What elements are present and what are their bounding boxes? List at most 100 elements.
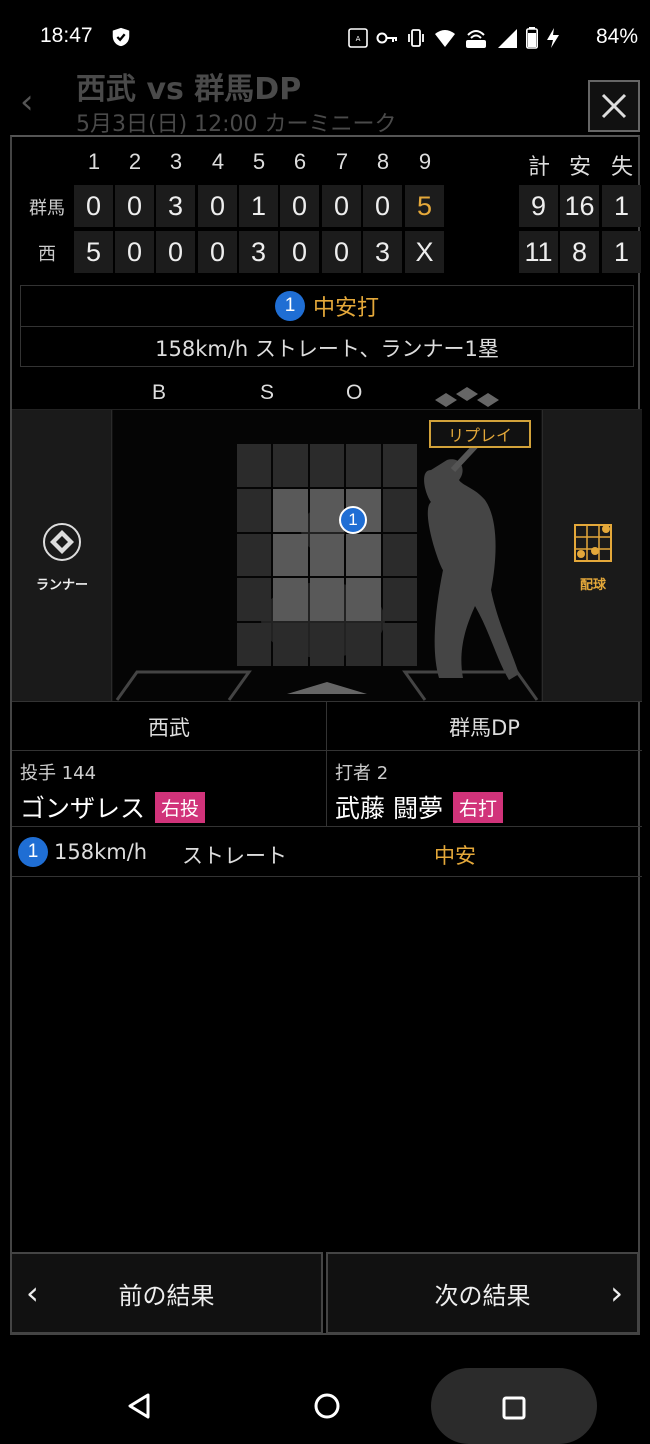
zone-cell	[382, 533, 417, 577]
vibrate-icon	[408, 29, 424, 47]
inning-score: 1	[239, 185, 278, 227]
inning-score: 0	[280, 231, 319, 273]
inning-score: 0	[198, 185, 237, 227]
zone-cell	[382, 623, 417, 666]
out-count-label: O	[346, 381, 363, 404]
ball-count-label: B	[152, 381, 167, 404]
system-nav-bar	[0, 1366, 650, 1444]
back-arrow-icon: ‹	[20, 82, 34, 122]
next-result-button[interactable]: 次の結果 ›	[326, 1252, 639, 1334]
total-hits: 16	[560, 185, 599, 227]
inning-label: 2	[128, 149, 142, 174]
nav-home-icon[interactable]	[313, 1392, 341, 1420]
inning-label: 5	[252, 149, 266, 174]
key-icon	[376, 32, 397, 44]
total-errors: 1	[602, 185, 641, 227]
prev-result-button[interactable]: ‹ 前の結果	[10, 1252, 323, 1334]
inning-score: 0	[115, 231, 154, 273]
nav-recents-icon	[502, 1396, 526, 1420]
status-time: 18:47	[40, 24, 93, 47]
pitch-location-marker[interactable]: 1	[339, 506, 367, 534]
zone-cell	[237, 444, 272, 487]
pitch-type: ストレート	[182, 844, 287, 868]
play-summary: 1 中安打 158km/h ストレート、ランナー1塁	[20, 285, 634, 367]
zone-cell	[237, 488, 272, 532]
zone-cell	[346, 533, 381, 577]
inning-score: 0	[115, 185, 154, 227]
runner-panel[interactable]: ランナー	[12, 410, 112, 702]
strike-count-label: S	[260, 381, 275, 404]
next-result-label: 次の結果	[434, 1281, 531, 1310]
batter-info[interactable]: 打者 2 武藤 闘夢 右打	[327, 751, 642, 827]
zone-cell	[309, 578, 345, 622]
batter-role: 打者 2	[335, 759, 388, 785]
play-detail-modal: 1 2 3 4 5 6 7 8 9 計 安 失 群馬 0 0 3 0 1 0 0…	[10, 135, 642, 1335]
inning-score: 0	[322, 231, 361, 273]
pitcher-hand-badge: 右投	[155, 792, 206, 823]
zone-cell	[237, 623, 272, 666]
pitch-list-item[interactable]: 1 158km/h ストレート 中安	[12, 827, 642, 877]
pitch-chart-panel[interactable]: 配球	[542, 410, 642, 702]
zone-cell	[309, 444, 345, 487]
total-runs: 9	[519, 185, 558, 227]
replay-button[interactable]: リプレイ	[429, 420, 531, 448]
auto-brightness-icon: A	[348, 28, 368, 48]
inning-label: 7	[335, 149, 349, 174]
inning-score: 0	[198, 231, 237, 273]
inning-score: 3	[363, 231, 402, 273]
wifi-icon	[435, 30, 455, 47]
background-header: ‹ 西武 vs 群馬DP 5月3日(日) 12:00 カーミニーク	[0, 60, 650, 140]
inning-score: 0	[322, 185, 361, 227]
zone-cell	[382, 444, 417, 487]
pitch-result: 中安	[434, 844, 476, 868]
scoreboard-row-away: 群馬 0 0 3 0 1 0 0 0 5 9 16 1	[12, 185, 642, 227]
inning-score-current: 5	[405, 185, 444, 227]
close-button[interactable]	[588, 80, 640, 132]
inning-score: 3	[156, 185, 195, 227]
pitch-speed: 158km/h	[54, 840, 148, 864]
team-header-row: 西武 群馬DP	[12, 701, 642, 752]
status-icons: A	[348, 26, 560, 50]
batter-name: 武藤 闘夢	[335, 794, 443, 823]
zone-cell	[382, 488, 417, 532]
battery-percent: 84%	[595, 25, 638, 48]
inning-label: 9	[418, 149, 432, 174]
inning-score: 0	[280, 185, 319, 227]
inning-label: 6	[293, 149, 307, 174]
pitching-team: 西武	[12, 702, 327, 752]
chevron-right-icon: ›	[610, 1274, 623, 1312]
total-runs-label: 計	[527, 154, 550, 179]
pitcher-info[interactable]: 投手 144 ゴンザレス 右投	[12, 751, 327, 827]
inning-score: 5	[74, 231, 113, 273]
batter-number: 2	[376, 763, 389, 784]
zone-cell	[237, 578, 272, 622]
team-abbrev: 群馬	[29, 198, 65, 219]
inning-label: 4	[211, 149, 225, 174]
pitcher-number: 144	[61, 763, 97, 784]
pitcher-name: ゴンザレス	[20, 794, 146, 823]
battery-icon	[526, 27, 538, 49]
inning-label: 3	[169, 149, 183, 174]
background-title: 西武 vs 群馬DP	[76, 72, 302, 107]
total-hits: 8	[560, 231, 599, 273]
scoreboard-header: 1 2 3 4 5 6 7 8 9 計 安 失	[12, 149, 642, 185]
inning-label: 1	[87, 149, 101, 174]
zone-cell	[309, 533, 345, 577]
close-icon	[601, 93, 627, 119]
zone-cell	[309, 623, 345, 666]
zone-cell	[273, 623, 308, 666]
nav-recents-button[interactable]	[431, 1368, 597, 1444]
charging-icon	[547, 28, 559, 48]
diamond-runner-icon	[43, 523, 81, 561]
zone-cell	[346, 578, 381, 622]
pitch-chart-label: 配球	[579, 578, 606, 593]
zone-cell	[382, 578, 417, 622]
team-abbrev: 西	[38, 244, 56, 265]
total-hits-label: 安	[568, 154, 591, 179]
pitcher-role: 投手 144	[20, 759, 96, 785]
strike-zone-grid	[237, 444, 417, 666]
total-errors: 1	[602, 231, 641, 273]
nav-back-icon[interactable]	[126, 1392, 154, 1420]
chevron-left-icon: ‹	[26, 1274, 39, 1312]
pitcher-name-row: ゴンザレス 右投	[20, 789, 206, 825]
